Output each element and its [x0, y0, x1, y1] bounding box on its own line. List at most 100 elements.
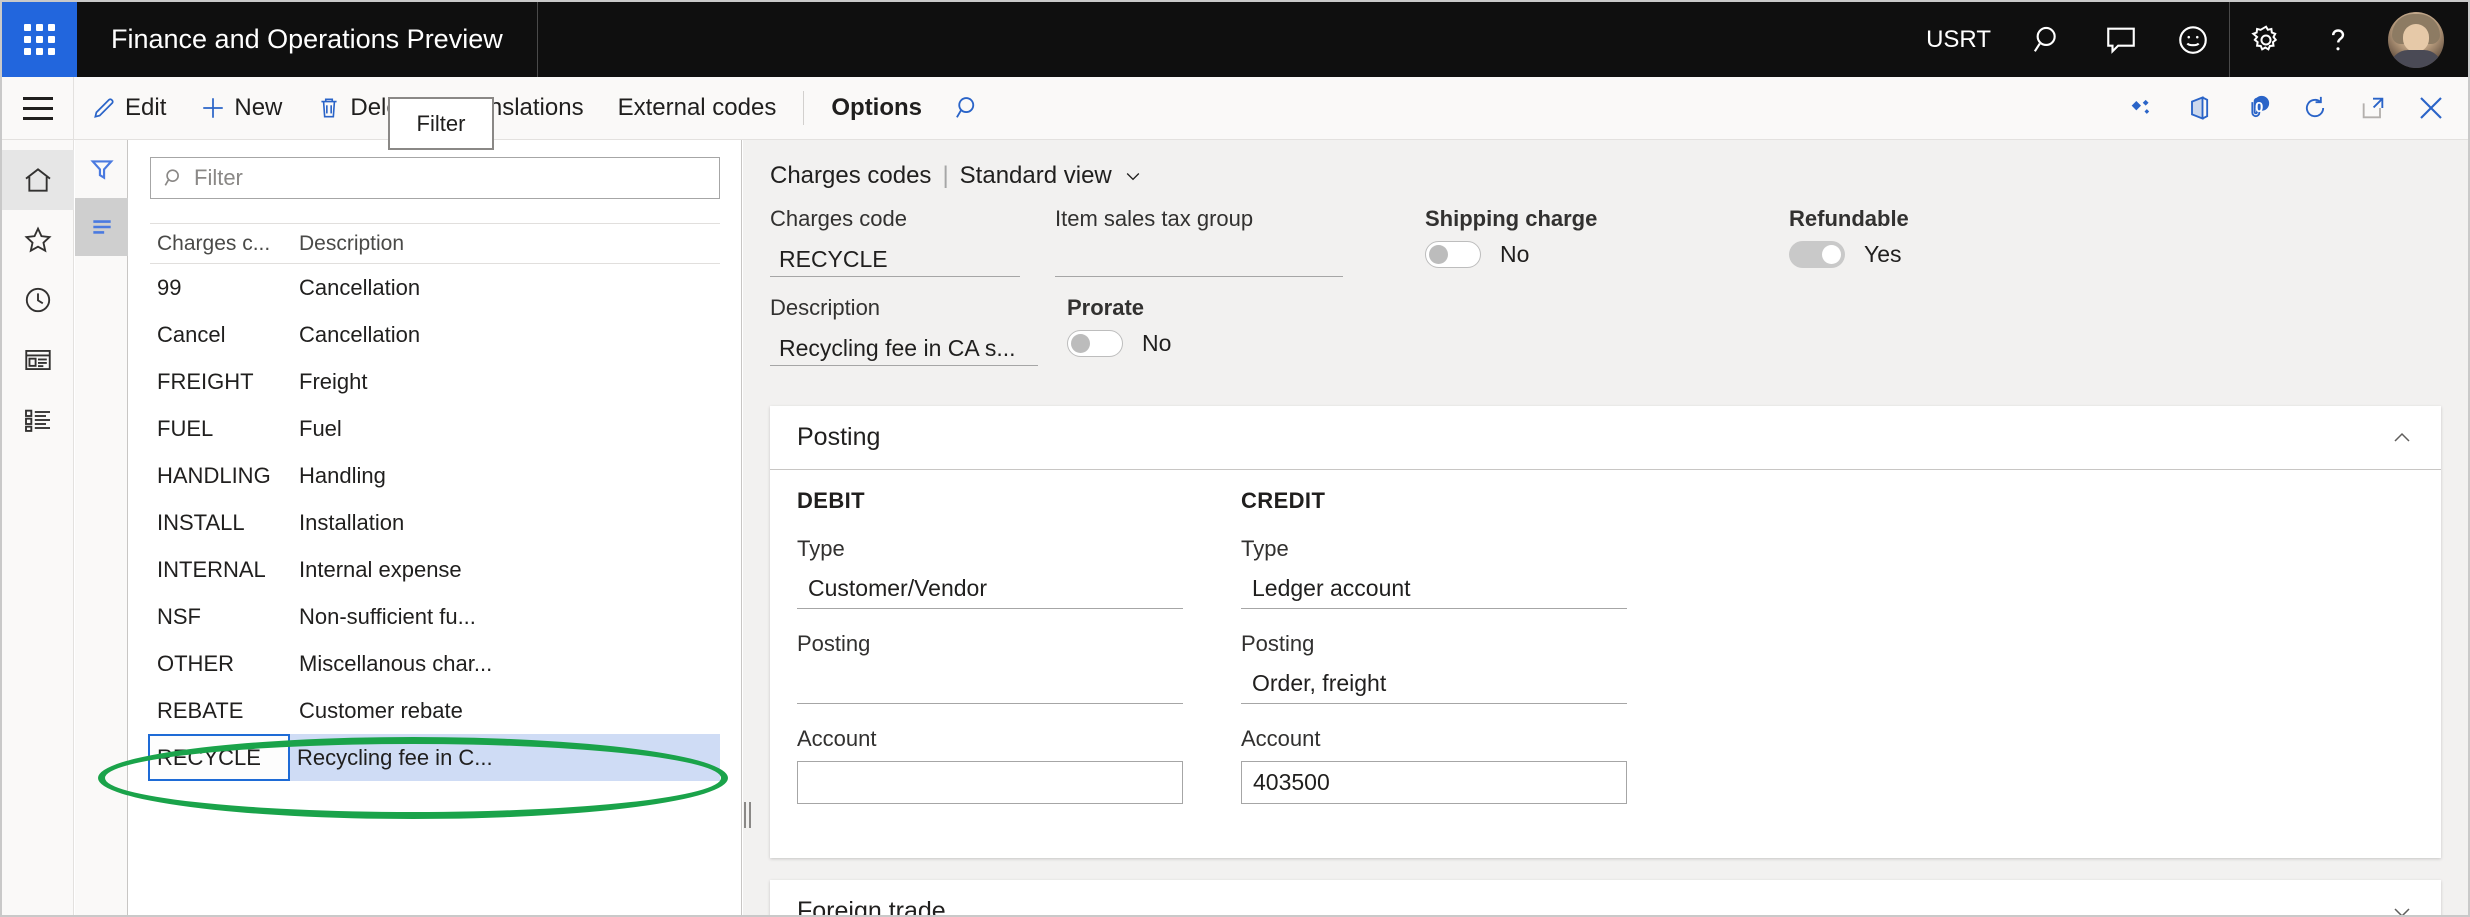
- shipping-charge-toggle[interactable]: [1425, 241, 1481, 268]
- chevron-down-icon[interactable]: [2390, 900, 2414, 916]
- column-header-charges-code[interactable]: Charges c...: [150, 232, 292, 256]
- chevron-up-icon[interactable]: [2390, 426, 2414, 450]
- command-bar: Edit New Delete Translations Extern: [2, 77, 2468, 140]
- foreign-trade-section-header[interactable]: Foreign trade: [770, 880, 2441, 915]
- row-charges-code[interactable]: FUEL: [150, 416, 292, 442]
- header-fields-row-1: Charges code RECYCLE Item sales tax grou…: [770, 206, 2468, 277]
- external-codes-button[interactable]: External codes: [601, 77, 794, 139]
- row-description[interactable]: Fuel: [292, 416, 720, 442]
- credit-type-value[interactable]: Ledger account: [1241, 571, 1627, 609]
- refresh-icon[interactable]: [2286, 77, 2344, 139]
- row-description[interactable]: Handling: [292, 463, 720, 489]
- company-label[interactable]: USRT: [1904, 26, 2013, 54]
- debit-posting-label: Posting: [797, 631, 1241, 657]
- row-description[interactable]: Cancellation: [292, 322, 720, 348]
- edit-button[interactable]: Edit: [74, 77, 183, 139]
- search-icon[interactable]: [2013, 2, 2085, 77]
- breadcrumb-separator: |: [942, 162, 948, 190]
- app-title: Finance and Operations Preview: [77, 2, 538, 77]
- field-description-value[interactable]: Recycling fee in CA s...: [770, 330, 1038, 366]
- table-row[interactable]: INTERNALInternal expense: [150, 546, 720, 593]
- pencil-icon: [91, 95, 117, 121]
- row-description[interactable]: Internal expense: [292, 557, 720, 583]
- office-icon[interactable]: [2170, 77, 2228, 139]
- attachments-icon[interactable]: 0: [2228, 77, 2286, 139]
- list-lines-icon[interactable]: [75, 198, 128, 256]
- table-row[interactable]: INSTALLInstallation: [150, 499, 720, 546]
- credit-account-value[interactable]: 403500: [1241, 761, 1627, 804]
- table-row[interactable]: OTHERMiscellanous char...: [150, 640, 720, 687]
- row-charges-code[interactable]: 99: [150, 275, 292, 301]
- row-charges-code[interactable]: OTHER: [150, 651, 292, 677]
- nav-item-favorites[interactable]: [2, 210, 74, 270]
- nav-item-recent[interactable]: [2, 270, 74, 330]
- app-launcher-button[interactable]: [2, 2, 77, 77]
- open-in-new-window-icon[interactable]: [2344, 77, 2402, 139]
- smiley-icon[interactable]: [2157, 2, 2229, 77]
- field-item-sales-tax-group: Item sales tax group: [1055, 206, 1425, 277]
- foreign-trade-section-title: Foreign trade: [797, 897, 946, 915]
- field-charges-code-label: Charges code: [770, 206, 1055, 232]
- row-description[interactable]: Non-sufficient fu...: [292, 604, 720, 630]
- nav-item-modules[interactable]: [2, 390, 74, 450]
- debit-account-value[interactable]: [797, 761, 1183, 804]
- personalize-icon[interactable]: [2112, 77, 2170, 139]
- debit-posting-value[interactable]: [797, 666, 1183, 704]
- view-selector[interactable]: Standard view: [960, 162, 1143, 190]
- nav-menu-toggle-button[interactable]: [2, 77, 74, 139]
- table-row[interactable]: RECYCLERecycling fee in C...: [150, 734, 720, 781]
- topbar-right-group: USRT: [1904, 2, 2468, 77]
- row-description[interactable]: Recycling fee in C...: [290, 745, 720, 771]
- posting-section-header[interactable]: Posting: [770, 406, 2441, 469]
- search-icon: [163, 167, 185, 189]
- table-row[interactable]: CancelCancellation: [150, 311, 720, 358]
- left-navigation-rail: [2, 140, 74, 915]
- help-icon[interactable]: [2302, 2, 2374, 77]
- shipping-charge-toggle-row: No: [1425, 241, 1789, 268]
- row-description[interactable]: Freight: [292, 369, 720, 395]
- row-charges-code[interactable]: HANDLING: [150, 463, 292, 489]
- posting-section-body: DEBIT Type Customer/Vendor Posting Accou…: [770, 469, 2441, 858]
- prorate-toggle[interactable]: [1067, 330, 1123, 357]
- new-button[interactable]: New: [183, 77, 299, 139]
- command-search-icon[interactable]: [939, 77, 997, 139]
- list-filter-input[interactable]: Filter: [150, 157, 720, 199]
- table-row[interactable]: HANDLINGHandling: [150, 452, 720, 499]
- pane-splitter-handle[interactable]: [743, 802, 752, 828]
- row-charges-code[interactable]: INTERNAL: [150, 557, 292, 583]
- table-row[interactable]: FREIGHTFreight: [150, 358, 720, 405]
- filter-funnel-icon[interactable]: [75, 140, 128, 198]
- options-button[interactable]: Options: [814, 77, 939, 139]
- row-charges-code[interactable]: Cancel: [150, 322, 292, 348]
- table-row[interactable]: FUELFuel: [150, 405, 720, 452]
- gear-icon[interactable]: [2230, 2, 2302, 77]
- nav-item-home[interactable]: [2, 150, 74, 210]
- command-bar-divider: [803, 91, 804, 125]
- field-item-sales-tax-group-value[interactable]: [1055, 241, 1343, 277]
- table-row[interactable]: REBATECustomer rebate: [150, 687, 720, 734]
- field-charges-code-value[interactable]: RECYCLE: [770, 241, 1020, 277]
- edit-label: Edit: [125, 94, 166, 122]
- field-prorate-label: Prorate: [1067, 295, 1171, 321]
- debit-type-value[interactable]: Customer/Vendor: [797, 571, 1183, 609]
- row-description[interactable]: Customer rebate: [292, 698, 720, 724]
- table-row[interactable]: 99Cancellation: [150, 264, 720, 311]
- user-avatar[interactable]: [2388, 12, 2444, 68]
- refundable-toggle[interactable]: [1789, 241, 1845, 268]
- plus-icon: [200, 95, 226, 121]
- feedback-icon[interactable]: [2085, 2, 2157, 77]
- row-description[interactable]: Cancellation: [292, 275, 720, 301]
- row-charges-code[interactable]: RECYCLE: [148, 734, 290, 781]
- nav-item-workspaces[interactable]: [2, 330, 74, 390]
- column-header-description[interactable]: Description: [292, 232, 720, 256]
- new-label: New: [234, 94, 282, 122]
- row-charges-code[interactable]: INSTALL: [150, 510, 292, 536]
- row-description[interactable]: Miscellanous char...: [292, 651, 720, 677]
- close-icon[interactable]: [2402, 77, 2460, 139]
- row-charges-code[interactable]: REBATE: [150, 698, 292, 724]
- row-description[interactable]: Installation: [292, 510, 720, 536]
- credit-posting-value[interactable]: Order, freight: [1241, 666, 1627, 704]
- table-row[interactable]: NSFNon-sufficient fu...: [150, 593, 720, 640]
- row-charges-code[interactable]: NSF: [150, 604, 292, 630]
- row-charges-code[interactable]: FREIGHT: [150, 369, 292, 395]
